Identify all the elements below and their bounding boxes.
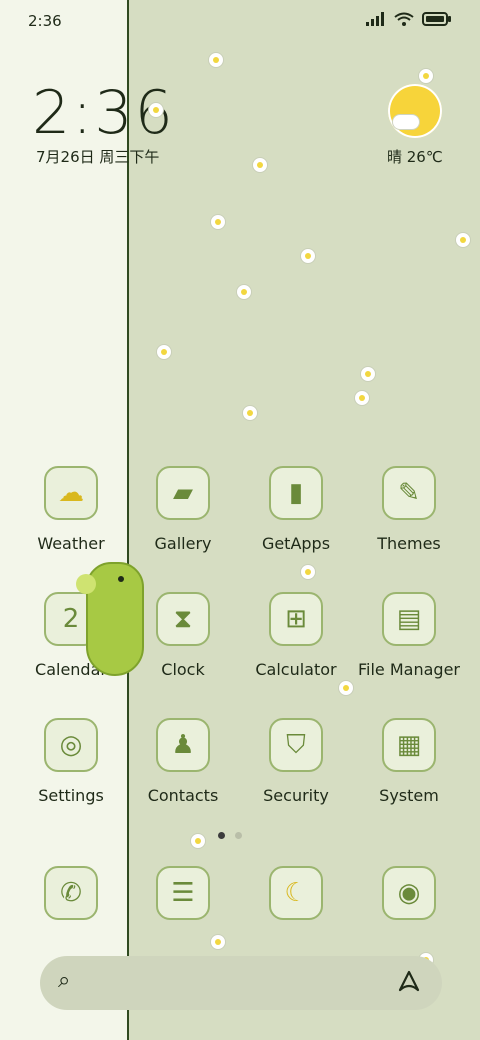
flower-icon — [300, 248, 316, 264]
settings-icon: ◎ — [44, 718, 98, 772]
dock-camera[interactable]: ◉ — [354, 866, 464, 936]
app-gallery[interactable]: ▰ Gallery — [128, 466, 238, 576]
system-folder-icon: ▦ — [382, 718, 436, 772]
page-dot[interactable] — [235, 832, 242, 839]
battery-icon — [422, 12, 451, 26]
getapps-icon: ▮ — [269, 466, 323, 520]
app-label: Themes — [377, 534, 441, 553]
app-label: Calculator — [255, 660, 337, 679]
app-label: Gallery — [154, 534, 212, 553]
flower-icon — [354, 390, 370, 406]
phone-icon: ✆ — [44, 866, 98, 920]
themes-icon: ✎ — [382, 466, 436, 520]
dinosaur-eye — [118, 576, 124, 582]
flower-icon — [190, 833, 206, 849]
contacts-icon: ♟ — [156, 718, 210, 772]
sunny-cloud-icon[interactable] — [388, 84, 442, 138]
flower-icon — [210, 214, 226, 230]
app-getapps[interactable]: ▮ GetApps — [241, 466, 351, 576]
flower-icon — [418, 68, 434, 84]
status-bar: 2:36 — [0, 0, 480, 44]
dinosaur-mascot-icon — [74, 552, 144, 682]
dock-phone[interactable]: ✆ — [16, 866, 126, 936]
flower-icon — [208, 52, 224, 68]
shield-icon: ⛉ — [269, 718, 323, 772]
app-label: File Manager — [358, 660, 460, 679]
app-calculator[interactable]: ⊞ Calculator — [241, 592, 351, 702]
flower-icon — [242, 405, 258, 421]
app-themes[interactable]: ✎ Themes — [354, 466, 464, 576]
app-label: Contacts — [147, 786, 219, 805]
camera-icon: ◉ — [382, 866, 436, 920]
hourglass-icon: ⧗ — [156, 592, 210, 646]
app-label: Settings — [38, 786, 104, 805]
app-label: Security — [263, 786, 329, 805]
flower-icon — [455, 232, 471, 248]
app-label: Weather — [37, 534, 105, 553]
status-icons — [366, 12, 452, 26]
app-system-folder[interactable]: ▦ System — [354, 718, 464, 828]
cloud-icon — [392, 114, 420, 130]
weather-icon: ☁ — [44, 466, 98, 520]
assistant-icon[interactable] — [396, 968, 422, 994]
flower-icon — [360, 366, 376, 382]
app-label: System — [379, 786, 439, 805]
browser-icon: ☾ — [269, 866, 323, 920]
flower-icon — [210, 934, 226, 950]
flower-icon — [252, 157, 268, 173]
flower-icon — [148, 102, 164, 118]
app-label: Clock — [161, 660, 205, 679]
page-indicator[interactable] — [218, 832, 242, 839]
app-file-manager[interactable]: ▤ File Manager — [354, 592, 464, 702]
weather-widget-text: 晴 26℃ — [387, 148, 443, 166]
status-time: 2:36 — [28, 12, 62, 30]
dock-browser[interactable]: ☾ — [241, 866, 351, 936]
dock-messages[interactable]: ☰ — [128, 866, 238, 936]
folder-icon: ▤ — [382, 592, 436, 646]
calculator-icon: ⊞ — [269, 592, 323, 646]
search-icon[interactable]: ⌕ — [58, 968, 70, 993]
clock-widget-date: 7月26日 周三下午 — [36, 148, 160, 166]
search-bar[interactable] — [40, 956, 442, 1010]
signal-icon — [366, 12, 384, 26]
app-clock[interactable]: ⧗ Clock — [128, 592, 238, 702]
messages-icon: ☰ — [156, 866, 210, 920]
page-dot-active[interactable] — [218, 832, 225, 839]
dinosaur-spike — [76, 574, 96, 594]
app-settings[interactable]: ◎ Settings — [16, 718, 126, 828]
app-contacts[interactable]: ♟ Contacts — [128, 718, 238, 828]
flower-icon — [236, 284, 252, 300]
wifi-icon — [394, 12, 414, 26]
gallery-icon: ▰ — [156, 466, 210, 520]
app-label: GetApps — [261, 534, 331, 553]
flower-icon — [156, 344, 172, 360]
app-security[interactable]: ⛉ Security — [241, 718, 351, 828]
